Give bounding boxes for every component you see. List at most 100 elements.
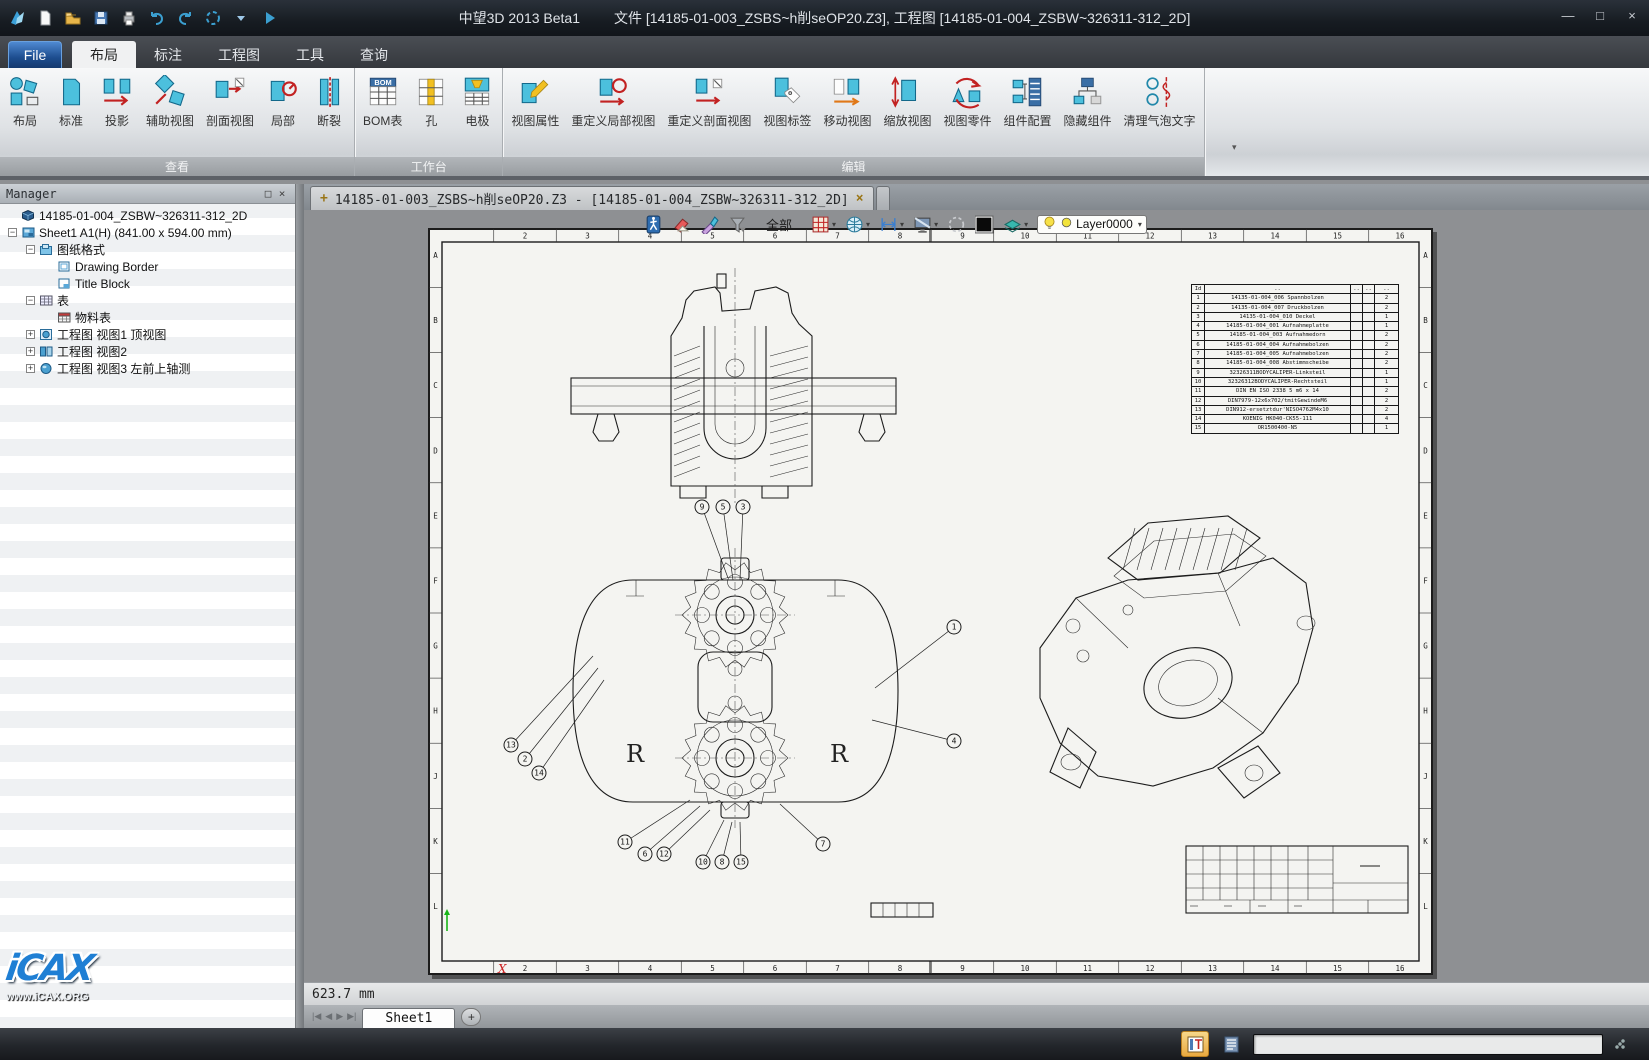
manager-float-button[interactable]: □ (261, 187, 275, 200)
eraser-icon[interactable] (672, 215, 691, 234)
dim-style-icon[interactable]: ▾ (879, 215, 904, 234)
layers-icon[interactable]: ▾ (1003, 215, 1028, 234)
tree-item[interactable]: +工程图 视图1 顶视图 (0, 326, 295, 343)
tree-expander-plus[interactable]: + (26, 330, 35, 339)
ribbon-button-view-part[interactable]: 视图零件 (937, 72, 997, 132)
new-tab-icon[interactable]: + (320, 191, 328, 206)
tree-expander-minus[interactable]: − (26, 296, 35, 305)
grid-snap-icon[interactable]: ▾ (811, 215, 836, 234)
brush-icon[interactable] (700, 215, 719, 234)
open-file-icon[interactable] (62, 8, 84, 28)
regen-icon[interactable] (202, 8, 224, 28)
ribbon-button-hide-component[interactable]: 隐藏组件 (1058, 72, 1118, 132)
bom-row: 414185-01-004_001 Aufnahmeplatte1 (1192, 322, 1399, 331)
tree-expander-minus[interactable]: − (8, 228, 17, 237)
ribbon-button-component-config[interactable]: 组件配置 (997, 72, 1057, 132)
tab-工具[interactable]: 工具 (278, 41, 342, 68)
tree-expander-plus[interactable]: + (26, 364, 35, 373)
print-icon[interactable] (118, 8, 140, 28)
new-document-icon[interactable] (34, 8, 56, 28)
tree-item[interactable]: +工程图 视图2 (0, 343, 295, 360)
color-swatch-black-icon[interactable] (975, 215, 994, 234)
tree-item[interactable]: Drawing Border (0, 258, 295, 275)
qat-dropdown-icon[interactable] (230, 8, 252, 28)
sheet-nav-arrow[interactable]: ◀ (325, 1011, 332, 1022)
tree-item[interactable]: Title Block (0, 275, 295, 292)
drawing-sheet[interactable]: 2233445566778899101011111212131314141515… (428, 228, 1433, 975)
bom-table[interactable]: Id........114135-01-004_006 Spannbolzen2… (1191, 284, 1399, 434)
tab-布局[interactable]: 布局 (72, 41, 136, 68)
ribbon-button-move-view[interactable]: 移动视图 (817, 72, 877, 132)
ribbon-group-label: 查看 (0, 157, 354, 176)
close-tab-icon[interactable]: × (856, 191, 864, 206)
ribbon-button-section-view[interactable]: 剖面视图 (200, 72, 260, 132)
sheet-nav-arrow[interactable]: ▶ (336, 1011, 343, 1022)
file-menu-button[interactable]: File (8, 41, 62, 68)
table-icon (39, 294, 53, 307)
dashed-circle-icon[interactable] (947, 215, 966, 234)
display-mode-icon[interactable]: ▾ (913, 215, 938, 234)
minimize-button[interactable]: — (1559, 8, 1577, 23)
tab-查询[interactable]: 查询 (342, 41, 406, 68)
drawing-canvas[interactable]: 全部▾▾▾▾▾Layer0000▾ 2233445566778899101011… (304, 210, 1649, 982)
tree-item[interactable]: +工程图 视图3 左前上轴测 (0, 360, 295, 377)
sheet-nav-arrowarrow[interactable]: |◀ (312, 1011, 321, 1022)
filter-all-dropdown[interactable]: 全部 (766, 215, 792, 234)
add-sheet-button[interactable]: + (461, 1008, 481, 1026)
layer-selector[interactable]: Layer0000▾ (1037, 215, 1147, 234)
tree-item[interactable]: −表 (0, 292, 295, 309)
tab-标注[interactable]: 标注 (136, 41, 200, 68)
svg-text:7: 7 (835, 964, 840, 973)
document-tab[interactable]: + 14185-01-003_ZSBS~h削seOP20.Z3 - [14185… (310, 186, 874, 210)
play-icon[interactable] (258, 8, 280, 28)
resize-grip[interactable] (1615, 1039, 1625, 1049)
ribbon-button-electrode[interactable]: 电极 (454, 72, 500, 132)
close-button[interactable]: × (1623, 8, 1641, 23)
pick-walk-icon[interactable] (644, 215, 663, 234)
ribbon-button-layout[interactable]: 布局 (2, 72, 48, 132)
ribbon-button-projection-view[interactable]: 投影 (94, 72, 140, 132)
tree-expander-plus[interactable]: + (26, 347, 35, 356)
sheet-tab-Sheet1[interactable]: Sheet1 (362, 1008, 455, 1028)
ribbon-more-arrow[interactable]: ▾ (1232, 142, 1237, 153)
ribbon-button-view-label[interactable]: 视图标签 (757, 72, 817, 132)
ribbon-button-bom-table[interactable]: BOMBOM表 (357, 72, 408, 132)
title-block-icon (57, 277, 71, 290)
ribbon-button-standard-view[interactable]: 标准 (48, 72, 94, 132)
ribbon-button-redefine-detail-view[interactable]: 重定义局部视图 (565, 72, 661, 132)
tab-工程图[interactable]: 工程图 (200, 41, 278, 68)
broken-view-icon (312, 75, 346, 109)
ribbon-button-scale-view[interactable]: 缩放视图 (877, 72, 937, 132)
tree-item[interactable]: 物料表 (0, 309, 295, 326)
tree-item-label: 图纸格式 (57, 241, 105, 258)
zw3d-logo-icon[interactable] (6, 8, 28, 28)
ribbon-button-view-attributes[interactable]: 视图属性 (505, 72, 565, 132)
bulb-icon[interactable] (1042, 215, 1057, 233)
sheet-nav-arrowarrow[interactable]: ▶| (347, 1011, 356, 1022)
maximize-button[interactable]: □ (1591, 8, 1609, 23)
ribbon-button-clean-balloon-text[interactable]: 清理气泡文字 (1118, 72, 1202, 132)
ribbon-button-auxiliary-view[interactable]: 辅助视图 (140, 72, 200, 132)
tree-expander-minus[interactable]: − (26, 245, 35, 254)
manager-close-button[interactable]: × (275, 187, 289, 200)
ribbon-button-hole-table[interactable]: 孔 (408, 72, 454, 132)
tree-item[interactable]: − 图纸格式 (0, 241, 295, 258)
svg-text:C: C (1423, 381, 1428, 390)
command-log-button[interactable] (1217, 1031, 1245, 1057)
annotation-toolbar-button[interactable] (1181, 1031, 1209, 1057)
next-tab-stub[interactable] (876, 186, 890, 210)
command-input[interactable] (1253, 1034, 1603, 1055)
layer-dropdown-caret[interactable]: ▾ (1138, 220, 1142, 229)
tree-item[interactable]: 14185-01-004_ZSBW~326311-312_2D (0, 207, 295, 224)
ribbon-button-redefine-section-view[interactable]: 重定义剖面视图 (661, 72, 757, 132)
save-icon[interactable] (90, 8, 112, 28)
panel-splitter[interactable] (296, 184, 304, 1028)
filter-funnel-icon[interactable] (728, 215, 747, 234)
svg-text:10: 10 (1020, 964, 1030, 973)
globe-view-icon[interactable]: ▾ (845, 215, 870, 234)
undo-icon[interactable] (146, 8, 168, 28)
redo-icon[interactable] (174, 8, 196, 28)
tree-item[interactable]: −Sheet1 A1(H) (841.00 x 594.00 mm) (0, 224, 295, 241)
ribbon-button-broken-view[interactable]: 断裂 (306, 72, 352, 132)
ribbon-button-detail-view[interactable]: 局部 (260, 72, 306, 132)
